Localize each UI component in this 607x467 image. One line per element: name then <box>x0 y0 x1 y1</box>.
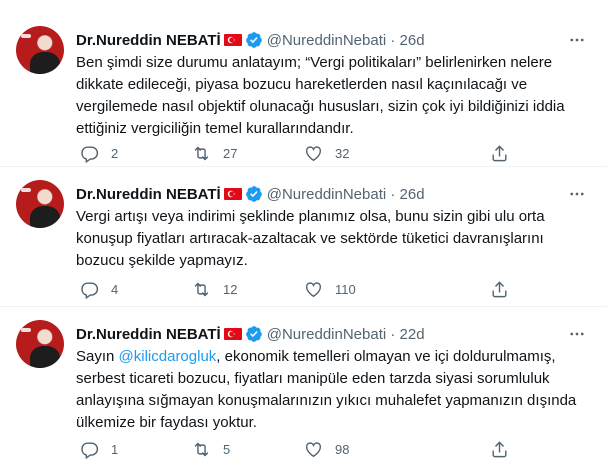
reply-count: 1 <box>111 442 119 457</box>
reply-button[interactable]: 1 <box>80 440 118 459</box>
reply-button[interactable]: 2 <box>80 144 118 163</box>
retweet-count: 27 <box>223 146 238 161</box>
like-button[interactable]: 110 <box>304 280 356 299</box>
timestamp[interactable]: 26d <box>400 186 425 203</box>
reply-button[interactable]: 4 <box>80 280 118 299</box>
more-dots-icon[interactable] <box>567 184 587 204</box>
timestamp[interactable]: 22d <box>400 326 425 343</box>
verified-badge-icon <box>245 185 263 203</box>
retweet-icon <box>192 280 211 299</box>
retweet-count: 12 <box>223 282 238 297</box>
heart-icon <box>304 144 323 163</box>
author-handle[interactable]: @NureddinNebati <box>267 326 386 343</box>
tweet[interactable]: Dr.Nureddin NEBATİ @NureddinNebati · 22d… <box>0 308 607 467</box>
author-handle[interactable]: @NureddinNebati <box>267 32 386 49</box>
like-count: 110 <box>335 282 356 297</box>
timestamp[interactable]: 26d <box>400 32 425 49</box>
like-count: 98 <box>335 442 350 457</box>
author-handle[interactable]: @NureddinNebati <box>267 186 386 203</box>
mention-link[interactable]: @kilicdarogluk <box>119 348 217 365</box>
heart-icon <box>304 440 323 459</box>
reply-icon <box>80 440 99 459</box>
retweet-icon <box>192 144 211 163</box>
share-icon <box>490 280 509 299</box>
share-icon <box>490 440 509 459</box>
tweet-header: Dr.Nureddin NEBATİ @NureddinNebati · 26d <box>76 184 425 204</box>
tweet-text: Ben şimdi size durumu anlatayım; “Vergi … <box>76 54 565 137</box>
retweet-button[interactable]: 12 <box>192 280 237 299</box>
avatar[interactable] <box>16 26 64 74</box>
tweet[interactable]: Dr.Nureddin NEBATİ @NureddinNebati · 26d… <box>0 14 607 167</box>
reply-icon <box>80 144 99 163</box>
avatar[interactable] <box>16 180 64 228</box>
tweet-text-prefix: Sayın <box>76 348 119 365</box>
heart-icon <box>304 280 323 299</box>
share-button[interactable] <box>490 440 509 459</box>
tweet-text: Vergi artışı veya indirimi şeklinde plan… <box>76 208 545 269</box>
tweet-text: Sayın @kilicdarogluk, ekonomik temelleri… <box>76 346 586 434</box>
like-button[interactable]: 98 <box>304 440 349 459</box>
share-button[interactable] <box>490 144 509 163</box>
retweet-icon <box>192 440 211 459</box>
separator-dot: · <box>386 185 400 203</box>
author-name[interactable]: Dr.Nureddin NEBATİ <box>76 186 221 203</box>
share-button[interactable] <box>490 280 509 299</box>
turkey-flag-icon <box>223 34 242 46</box>
avatar[interactable] <box>16 320 64 368</box>
tweet-header: Dr.Nureddin NEBATİ @NureddinNebati · 22d <box>76 324 425 344</box>
tweet-header: Dr.Nureddin NEBATİ @NureddinNebati · 26d <box>76 30 425 50</box>
tweet[interactable]: Dr.Nureddin NEBATİ @NureddinNebati · 26d… <box>0 168 607 307</box>
turkey-flag-icon <box>223 328 242 340</box>
reply-icon <box>80 280 99 299</box>
reply-count: 2 <box>111 146 119 161</box>
retweet-button[interactable]: 5 <box>192 440 230 459</box>
share-icon <box>490 144 509 163</box>
retweet-count: 5 <box>223 442 231 457</box>
reply-count: 4 <box>111 282 119 297</box>
like-button[interactable]: 32 <box>304 144 349 163</box>
tweet-actions: 4 12 110 <box>68 280 528 300</box>
verified-badge-icon <box>245 325 263 343</box>
turkey-flag-icon <box>223 188 242 200</box>
author-name[interactable]: Dr.Nureddin NEBATİ <box>76 326 221 343</box>
author-name[interactable]: Dr.Nureddin NEBATİ <box>76 32 221 49</box>
separator-dot: · <box>386 31 400 49</box>
tweet-actions: 2 27 32 <box>68 144 528 164</box>
tweet-actions: 1 5 98 <box>68 440 528 460</box>
more-dots-icon[interactable] <box>567 30 587 50</box>
like-count: 32 <box>335 146 350 161</box>
separator-dot: · <box>386 325 400 343</box>
retweet-button[interactable]: 27 <box>192 144 237 163</box>
verified-badge-icon <box>245 31 263 49</box>
more-dots-icon[interactable] <box>567 324 587 344</box>
